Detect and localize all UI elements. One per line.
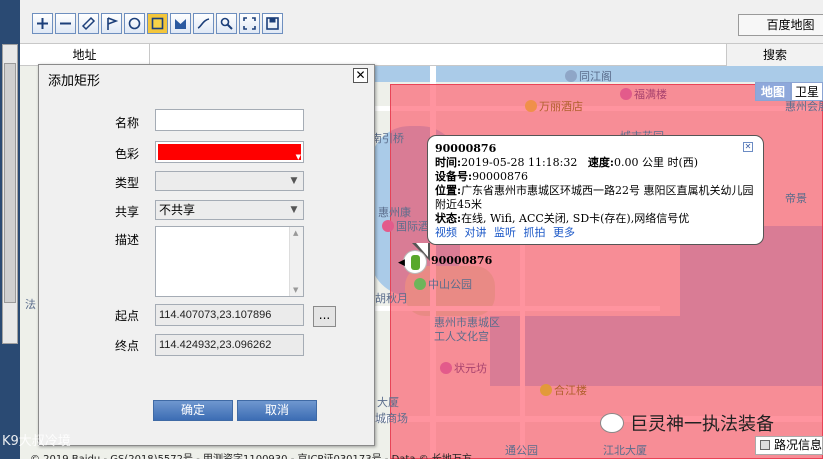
poi-label[interactable]: 法 [25, 296, 36, 312]
color-picker[interactable]: ▼ [155, 141, 304, 163]
ruler-icon [81, 16, 96, 31]
chevron-down-icon: ▼ [290, 176, 298, 186]
map-toolbar: 百度地图 [20, 0, 823, 44]
pan-button[interactable] [78, 13, 99, 34]
rectangle-icon [151, 17, 164, 30]
poi-label[interactable]: 合江楼 [540, 382, 587, 398]
poi-label[interactable]: 大厦 [377, 394, 399, 410]
poi-label[interactable]: 国际酒 [382, 218, 429, 234]
end-point-field: 114.424932,23.096262 [155, 334, 304, 356]
polyline-icon [197, 18, 210, 29]
video-link[interactable]: 视频 [435, 226, 457, 239]
chevron-down-icon: ▼ [295, 153, 301, 161]
search-icon [220, 17, 233, 30]
tool-button-group [32, 13, 283, 34]
monitor-link[interactable]: 监听 [494, 226, 516, 239]
left-scrollbar[interactable] [2, 44, 18, 344]
left-panel-strip [0, 0, 20, 459]
textarea-scrollbar[interactable]: ▲ ▼ [289, 227, 303, 296]
end-point-label: 终点 [115, 339, 140, 353]
map-provider-select[interactable]: 百度地图 [738, 14, 823, 36]
pick-point-button[interactable]: ... [313, 306, 336, 327]
polyline-button[interactable] [193, 13, 214, 34]
map-type-tab-map[interactable]: 地图 [755, 82, 791, 101]
description-label: 描述 [115, 233, 140, 247]
address-header-row: 地址 搜索 [20, 44, 823, 66]
share-label: 共享 [115, 205, 140, 219]
flag-button[interactable] [101, 13, 122, 34]
popup-action-links: 视频 对讲 监听 抓拍 更多 [435, 226, 756, 240]
vehicle-info-popup: ✕ 90000876 时间:2019-05-28 11:18:32 速度:0.0… [427, 135, 764, 245]
search-button-header[interactable]: 搜索 [726, 44, 823, 66]
watermark-left: K9大叔冷境 [2, 434, 71, 449]
poi-label[interactable]: 城商场 [375, 410, 408, 426]
more-link[interactable]: 更多 [553, 226, 575, 239]
map-copyright: © 2019 Baidu - GS(2018)5572号 - 甲测资字11009… [30, 450, 472, 459]
intercom-link[interactable]: 对讲 [465, 226, 487, 239]
share-select[interactable]: 不共享 ▼ [155, 200, 304, 220]
poi-label[interactable]: 中山公园 [414, 276, 472, 292]
ok-button[interactable]: 确定 [153, 400, 233, 421]
description-textarea[interactable]: ▲ ▼ [155, 226, 304, 297]
map-type-tab-satellite[interactable]: 卫星 [791, 82, 823, 101]
dialog-title: 添加矩形 [48, 74, 101, 89]
search-button[interactable] [216, 13, 237, 34]
direction-arrow-icon: ◀ [398, 258, 405, 268]
start-point-label: 起点 [115, 309, 140, 323]
name-label: 名称 [115, 116, 140, 130]
name-input[interactable] [155, 109, 304, 131]
minus-icon [60, 22, 71, 25]
color-label: 色彩 [115, 147, 140, 161]
popup-close-icon[interactable]: ✕ [743, 142, 753, 152]
poi-label[interactable]: 江北大厦 [603, 442, 647, 458]
poi-label[interactable]: 同江阁 [565, 68, 612, 84]
polygon-button[interactable] [170, 13, 191, 34]
fullscreen-icon [243, 17, 256, 30]
popup-device-id: 90000876 [435, 142, 497, 155]
traffic-icon [760, 440, 770, 450]
popup-time-row: 时间:2019-05-28 11:18:32 速度:0.00 公里 时(西) [435, 156, 699, 169]
type-label: 类型 [115, 176, 140, 190]
popup-location-row: 位置:广东省惠州市惠城区环城西一路22号 惠阳区直属机关幼儿园附近45米 [435, 184, 754, 211]
plus-icon [37, 18, 48, 29]
zoom-out-button[interactable] [55, 13, 76, 34]
snapshot-link[interactable]: 抓拍 [524, 226, 546, 239]
chevron-down-icon: ▼ [290, 205, 298, 215]
poi-label[interactable]: 南引桥 [371, 130, 404, 146]
cancel-button[interactable]: 取消 [237, 400, 317, 421]
scrollbar-thumb[interactable] [4, 63, 16, 303]
save-button[interactable] [262, 13, 283, 34]
poi-label[interactable]: 万丽酒店 [525, 98, 583, 114]
poi-label[interactable]: 通公园 [505, 442, 538, 458]
popup-device-row: 设备号:90000876 [435, 170, 529, 183]
scroll-down-icon[interactable]: ▼ [293, 286, 298, 294]
poi-label[interactable]: 工人文化宫 [434, 328, 489, 344]
color-swatch [158, 144, 301, 160]
address-column-header: 地址 [20, 44, 150, 66]
person-icon [411, 255, 420, 270]
add-rectangle-dialog: 添加矩形 ✕ 名称 色彩 ▼ 类型 ▼ 共享 不共享 ▼ 描述 ▲ ▼ 起点 11… [38, 64, 375, 446]
save-icon [266, 17, 279, 30]
scroll-up-icon[interactable]: ▲ [293, 229, 298, 237]
vehicle-marker[interactable]: ◀ [398, 250, 427, 274]
type-select[interactable]: ▼ [155, 171, 304, 191]
poi-label[interactable]: 帝景 [785, 190, 807, 206]
poi-label[interactable]: 福满楼 [620, 86, 667, 102]
dialog-close-icon[interactable]: ✕ [353, 68, 368, 83]
rectangle-button[interactable] [147, 13, 168, 34]
polygon-icon [175, 19, 186, 29]
fullscreen-button[interactable] [239, 13, 260, 34]
vehicle-id-label: 90000876 [431, 254, 493, 267]
circle-icon [128, 17, 141, 30]
popup-status-row: 状态:在线, Wifi, ACC关闭, SD卡(存在),网络信号优 [435, 212, 690, 225]
traffic-info-button[interactable]: 路况信息 [755, 436, 823, 455]
poi-label[interactable]: 胡秋月 [375, 290, 408, 306]
wechat-icon [600, 413, 624, 433]
poi-label[interactable]: 状元坊 [440, 360, 487, 376]
flag-icon [107, 17, 119, 30]
circle-button[interactable] [124, 13, 145, 34]
start-point-field: 114.407073,23.107896 [155, 304, 304, 326]
zoom-in-button[interactable] [32, 13, 53, 34]
watermark-right: 巨灵神一执法装备 [600, 410, 774, 436]
